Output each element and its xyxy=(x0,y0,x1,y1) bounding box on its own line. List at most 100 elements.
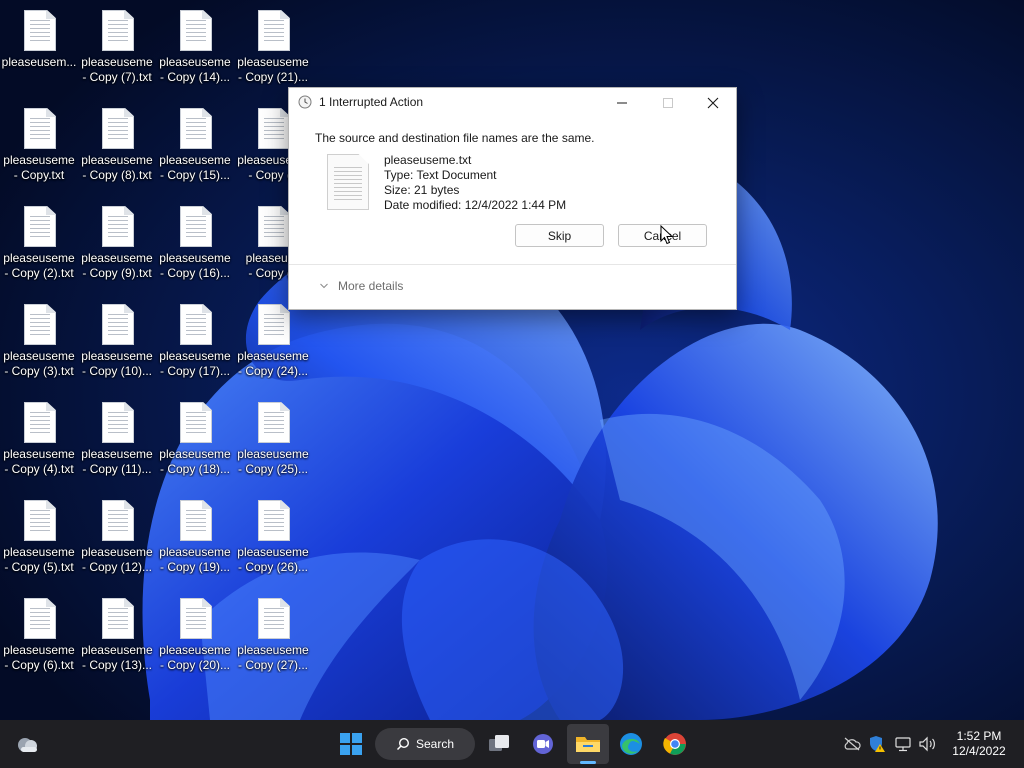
teams-chat-button[interactable] xyxy=(523,720,563,768)
desktop-file-label: pleaseuseme - Copy (20)... xyxy=(159,643,231,672)
text-document-icon xyxy=(180,598,212,639)
taskbar-search-box[interactable]: Search xyxy=(375,728,475,760)
desktop-file-label: pleaseuseme - Copy (16)... xyxy=(159,251,231,280)
desktop-file-icon[interactable]: pleaseuseme - Copy (3).txt xyxy=(0,294,78,386)
clock-icon xyxy=(298,95,312,109)
file-size: Size: 21 bytes xyxy=(384,183,460,197)
cloud-offline-icon xyxy=(844,737,861,751)
desktop-file-icon[interactable]: pleaseuseme - Copy (7).txt xyxy=(78,0,156,92)
desktop-file-icon[interactable]: pleaseuseme - Copy (16)... xyxy=(156,196,234,288)
desktop-file-icon[interactable]: pleaseuseme - Copy (20)... xyxy=(156,588,234,680)
desktop-file-icon[interactable]: pleaseuseme - Copy (4).txt xyxy=(0,392,78,484)
desktop-file-label: pleaseuseme - Copy (26)... xyxy=(237,545,309,574)
chrome-icon xyxy=(663,733,686,755)
desktop-file-label: pleaseuseme - Copy (6).txt xyxy=(3,643,75,672)
task-view-button[interactable] xyxy=(479,720,519,768)
desktop-file-icon[interactable]: pleaseuseme - Copy (11)... xyxy=(78,392,156,484)
text-document-icon xyxy=(24,402,56,443)
minimize-icon xyxy=(617,102,627,104)
mouse-pointer-icon xyxy=(660,225,674,245)
desktop-file-icon[interactable]: pleaseuseme - Copy (15)... xyxy=(156,98,234,190)
desktop-file-label: pleaseuseme - Copy (27)... xyxy=(237,643,309,672)
desktop-file-label: pleaseuseme - Copy (2).txt xyxy=(3,251,75,280)
desktop-file-icon[interactable]: pleaseuseme - Copy (19)... xyxy=(156,490,234,582)
text-document-icon xyxy=(258,598,290,639)
desktop-file-icon[interactable]: pleaseuseme - Copy (14)... xyxy=(156,0,234,92)
desktop-file-label: pleaseuseme - Copy (13)... xyxy=(81,643,153,672)
desktop-file-label: pleaseuseme - Copy (18)... xyxy=(159,447,231,476)
desktop-file-icon[interactable]: pleaseuseme - Copy (8).txt xyxy=(78,98,156,190)
desktop-file-icon[interactable]: pleaseuseme - Copy (13)... xyxy=(78,588,156,680)
desktop-file-icon[interactable]: pleaseuseme - Copy (2).txt xyxy=(0,196,78,288)
text-document-icon xyxy=(102,500,134,541)
desktop-file-label: pleaseuseme - Copy.txt xyxy=(3,153,75,182)
text-document-icon xyxy=(102,402,134,443)
desktop-file-icon[interactable]: pleaseuseme - Copy (9).txt xyxy=(78,196,156,288)
minimize-button[interactable] xyxy=(599,88,645,118)
text-document-icon xyxy=(24,304,56,345)
maximize-button[interactable] xyxy=(645,88,691,118)
dialog-divider xyxy=(289,264,736,265)
desktop-file-icon[interactable]: pleaseuseme - Copy (10)... xyxy=(78,294,156,386)
search-label: Search xyxy=(415,737,455,751)
desktop-file-icon[interactable]: pleaseuseme - Copy (6).txt xyxy=(0,588,78,680)
desktop-file-label: pleaseuseme - Copy (10)... xyxy=(81,349,153,378)
shield-warning-icon xyxy=(870,736,885,752)
close-button[interactable] xyxy=(690,88,736,118)
desktop-file-label: pleaseuseme - Copy (7).txt xyxy=(81,55,153,84)
system-clock[interactable]: 1:52 PM 12/4/2022 xyxy=(946,729,1012,759)
desktop-file-label: pleaseuseme - Copy (14)... xyxy=(159,55,231,84)
text-document-icon xyxy=(24,598,56,639)
text-document-icon xyxy=(102,108,134,149)
desktop-file-icon[interactable]: pleaseuseme - Copy.txt xyxy=(0,98,78,190)
text-document-icon xyxy=(258,500,290,541)
clock-date: 12/4/2022 xyxy=(952,744,1006,758)
close-icon xyxy=(707,97,719,109)
text-document-icon xyxy=(24,500,56,541)
speaker-icon xyxy=(919,736,935,752)
cloud-sync-tray-button[interactable] xyxy=(840,720,864,768)
skip-button[interactable]: Skip xyxy=(515,224,604,247)
text-document-icon xyxy=(102,206,134,247)
volume-tray-button[interactable] xyxy=(916,720,940,768)
desktop-file-icon[interactable]: pleaseuseme - Copy (5).txt xyxy=(0,490,78,582)
desktop-file-label: pleaseuseme - Copy (3).txt xyxy=(3,349,75,378)
edge-icon xyxy=(620,733,642,755)
text-document-icon xyxy=(258,108,290,149)
desktop-file-icon[interactable]: pleaseuseme - Copy (12)... xyxy=(78,490,156,582)
dialog-titlebar[interactable]: 1 Interrupted Action xyxy=(289,88,736,118)
text-document-icon xyxy=(258,10,290,51)
desktop-file-icon[interactable]: pleaseuseme - Copy (26)... xyxy=(234,490,312,582)
edge-browser-button[interactable] xyxy=(611,720,651,768)
desktop-file-icon[interactable]: pleaseuseme - Copy (17)... xyxy=(156,294,234,386)
desktop-file-label: pleaseuseme - Copy (19)... xyxy=(159,545,231,574)
desktop-file-label: pleaseuseme - Copy (8).txt xyxy=(81,153,153,182)
file-type: Type: Text Document xyxy=(384,168,497,182)
text-document-icon xyxy=(258,206,290,247)
desktop-file-icon[interactable]: pleaseuseme - Copy (27)... xyxy=(234,588,312,680)
desktop-file-icon[interactable]: pleaseuseme - Copy (18)... xyxy=(156,392,234,484)
teams-chat-icon xyxy=(533,734,553,754)
desktop-file-label: pleaseusem... xyxy=(1,55,77,69)
text-document-icon xyxy=(102,304,134,345)
more-details-toggle[interactable]: More details xyxy=(319,279,403,293)
weather-cloud-icon xyxy=(18,738,37,752)
windows-security-tray-button[interactable] xyxy=(866,720,888,768)
chrome-browser-button[interactable] xyxy=(655,720,695,768)
weather-widget-button[interactable] xyxy=(6,720,50,768)
file-explorer-button[interactable] xyxy=(567,724,609,764)
text-document-icon xyxy=(180,108,212,149)
desktop-file-icon[interactable]: pleaseuseme - Copy (25)... xyxy=(234,392,312,484)
desktop-file-icon[interactable]: pleaseuseme - Copy (21)... xyxy=(234,0,312,92)
text-document-icon xyxy=(24,108,56,149)
dialog-message: The source and destination file names ar… xyxy=(315,131,595,145)
more-details-label: More details xyxy=(338,279,404,293)
text-document-icon xyxy=(180,500,212,541)
network-monitor-icon xyxy=(895,737,911,752)
start-button[interactable] xyxy=(331,720,371,768)
desktop-file-icon[interactable]: pleaseusem... xyxy=(0,0,78,92)
desktop-file-label: pleaseuseme - Copy (15)... xyxy=(159,153,231,182)
dialog-title: 1 Interrupted Action xyxy=(319,95,424,109)
search-icon xyxy=(396,737,409,751)
network-tray-button[interactable] xyxy=(892,720,914,768)
